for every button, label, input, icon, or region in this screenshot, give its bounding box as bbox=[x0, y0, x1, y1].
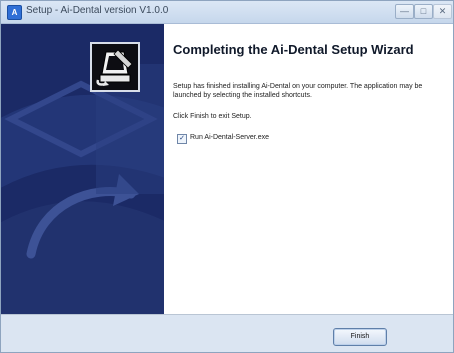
close-icon: ✕ bbox=[438, 6, 447, 16]
window-title: Setup - Ai-Dental version V1.0.0 bbox=[26, 5, 169, 16]
wizard-message: Setup has finished installing Ai-Dental … bbox=[173, 83, 423, 99]
minimize-icon: — bbox=[400, 6, 409, 16]
maximize-button[interactable]: □ bbox=[414, 4, 433, 19]
wizard-heading: Completing the Ai-Dental Setup Wizard bbox=[173, 42, 414, 57]
wizard-banner bbox=[1, 24, 164, 314]
title-bar[interactable]: A Setup - Ai-Dental version V1.0.0 — □ ✕ bbox=[1, 1, 453, 24]
wizard-content: Completing the Ai-Dental Setup Wizard Se… bbox=[1, 24, 453, 315]
finish-instruction: Click Finish to exit Setup. bbox=[173, 113, 252, 120]
close-button[interactable]: ✕ bbox=[433, 4, 452, 19]
checkmark-icon: ✓ bbox=[179, 135, 185, 142]
maximize-icon: □ bbox=[420, 6, 427, 16]
finish-button[interactable]: Finish bbox=[333, 328, 387, 346]
wizard-footer: Finish bbox=[1, 315, 453, 352]
minimize-button[interactable]: — bbox=[395, 4, 414, 19]
app-icon: A bbox=[7, 5, 22, 20]
run-checkbox[interactable]: ✓ bbox=[177, 134, 187, 144]
run-checkbox-label[interactable]: Run Ai-Dental-Server.exe bbox=[190, 134, 269, 141]
setup-window: A Setup - Ai-Dental version V1.0.0 — □ ✕ bbox=[0, 0, 454, 353]
setup-logo-icon bbox=[90, 42, 140, 92]
